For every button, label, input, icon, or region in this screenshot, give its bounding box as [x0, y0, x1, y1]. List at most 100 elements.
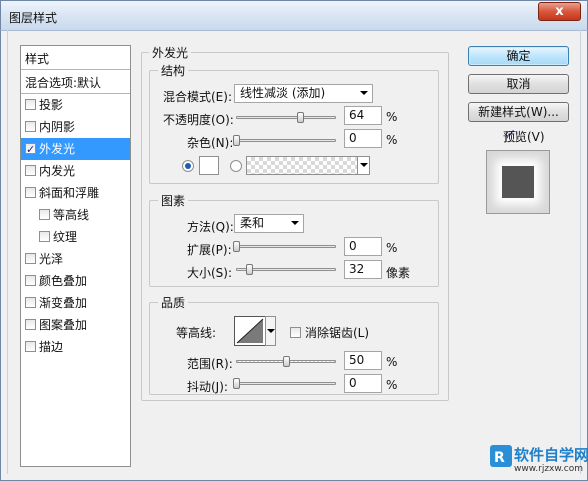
elements-title: 图素 — [158, 192, 189, 209]
style-checkbox[interactable] — [39, 209, 50, 220]
jitter-input[interactable]: 0 — [344, 374, 382, 393]
style-item[interactable]: 颜色叠加 — [21, 270, 130, 292]
style-checkbox[interactable] — [25, 341, 36, 352]
style-item[interactable]: 图案叠加 — [21, 314, 130, 336]
style-item-label: 光泽 — [39, 252, 64, 266]
style-item[interactable]: 纹理 — [21, 226, 130, 248]
title-bar: 图层样式 x — [0, 0, 588, 30]
range-label: 范围(R): — [187, 357, 233, 371]
size-input[interactable]: 32 — [344, 260, 382, 279]
opacity-percent: % — [386, 110, 398, 124]
style-item[interactable]: 等高线 — [21, 204, 130, 226]
style-item-label: 颜色叠加 — [39, 274, 88, 288]
contour-dropdown-button[interactable] — [265, 316, 276, 346]
style-item[interactable]: 内发光 — [21, 160, 130, 182]
style-item-label: 图案叠加 — [39, 318, 88, 332]
new-style-button[interactable]: 新建样式(W)... — [468, 102, 569, 122]
preview-thumbnail — [486, 150, 550, 214]
technique-select[interactable]: 柔和 — [234, 214, 304, 233]
gradient-dropdown-button[interactable] — [357, 156, 370, 175]
style-item[interactable]: 投影 — [21, 94, 130, 116]
style-item-label: 渐变叠加 — [39, 296, 88, 310]
range-percent: % — [386, 355, 398, 369]
watermark-logo: R 软件自学网 www.rjzxw.com — [488, 443, 588, 477]
noise-slider-track[interactable] — [236, 139, 336, 142]
style-checkbox[interactable] — [25, 297, 36, 308]
size-label: 大小(S): — [187, 266, 233, 280]
styles-list: 样式 混合选项:默认 投影内阴影外发光内发光斜面和浮雕等高线纹理光泽颜色叠加渐变… — [20, 45, 131, 467]
style-item-label: 外发光 — [39, 142, 76, 156]
gradient-radio[interactable] — [230, 160, 242, 172]
watermark-url: www.rjzxw.com — [514, 464, 583, 474]
size-slider-thumb[interactable] — [246, 264, 253, 275]
spread-slider-track[interactable] — [236, 245, 336, 248]
opacity-slider-thumb[interactable] — [297, 112, 304, 123]
gradient-picker[interactable] — [246, 156, 358, 175]
anti-alias-label[interactable]: 消除锯齿(L) — [305, 324, 369, 341]
range-slider-thumb[interactable] — [283, 356, 290, 367]
watermark-brand: 软件自学网 — [514, 446, 588, 464]
style-item[interactable]: 描边 — [21, 336, 130, 358]
jitter-label: 抖动(J): — [187, 380, 228, 394]
chevron-down-icon — [267, 329, 275, 333]
window-title: 图层样式 — [9, 11, 58, 25]
noise-slider-thumb[interactable] — [233, 135, 240, 146]
style-item-label: 内阴影 — [39, 120, 76, 134]
svg-text:R: R — [494, 450, 505, 466]
style-item-label: 纹理 — [53, 230, 78, 244]
spread-percent: % — [386, 241, 398, 255]
opacity-label: 不透明度(O): — [163, 113, 234, 127]
cancel-button[interactable]: 取消 — [468, 74, 569, 94]
noise-input[interactable]: 0 — [344, 129, 382, 148]
size-unit: 像素 — [386, 266, 411, 280]
styles-header[interactable]: 样式 — [21, 48, 130, 70]
blending-options-item[interactable]: 混合选项:默认 — [21, 72, 130, 94]
style-checkbox[interactable] — [25, 121, 36, 132]
style-item[interactable]: 外发光 — [21, 138, 130, 161]
style-checkbox[interactable] — [25, 165, 36, 176]
chevron-down-icon — [360, 163, 368, 167]
anti-alias-checkbox[interactable] — [290, 327, 301, 338]
close-button[interactable]: x — [538, 2, 581, 21]
style-item[interactable]: 光泽 — [21, 248, 130, 270]
style-item-label: 描边 — [39, 340, 64, 354]
structure-title: 结构 — [158, 62, 189, 79]
quality-title: 品质 — [158, 294, 189, 311]
opacity-slider-track[interactable] — [236, 116, 336, 119]
contour-picker[interactable] — [234, 316, 266, 346]
blend-mode-value: 线性减淡 (添加) — [240, 86, 326, 100]
technique-value: 柔和 — [240, 216, 265, 230]
ok-button[interactable]: 确定 — [468, 46, 569, 66]
blend-mode-label: 混合模式(E): — [163, 90, 232, 104]
contour-label: 等高线: — [176, 326, 217, 340]
style-item[interactable]: 内阴影 — [21, 116, 130, 138]
chevron-down-icon — [291, 221, 299, 225]
glow-color-swatch[interactable] — [199, 156, 219, 175]
style-checkbox[interactable] — [39, 231, 50, 242]
style-checkbox[interactable] — [25, 187, 36, 198]
style-checkbox[interactable] — [25, 139, 36, 161]
style-checkbox[interactable] — [25, 99, 36, 110]
preview-square — [502, 166, 534, 198]
spread-input[interactable]: 0 — [344, 237, 382, 256]
style-checkbox[interactable] — [25, 275, 36, 286]
style-item-label: 斜面和浮雕 — [39, 186, 100, 200]
style-item[interactable]: 渐变叠加 — [21, 292, 130, 314]
jitter-slider-track[interactable] — [236, 382, 336, 385]
chevron-down-icon — [360, 91, 368, 95]
outer-glow-title: 外发光 — [149, 44, 192, 61]
jitter-percent: % — [386, 378, 398, 392]
style-checkbox[interactable] — [25, 319, 36, 330]
technique-label: 方法(Q): — [187, 220, 234, 234]
opacity-input[interactable]: 64 — [344, 106, 382, 125]
blend-mode-select[interactable]: 线性减淡 (添加) — [234, 84, 373, 103]
style-item-label: 投影 — [39, 98, 64, 112]
jitter-slider-thumb[interactable] — [233, 378, 240, 389]
solid-color-radio[interactable] — [182, 160, 194, 172]
spread-slider-thumb[interactable] — [233, 241, 240, 252]
range-input[interactable]: 50 — [344, 351, 382, 370]
preview-label[interactable]: 预览(V) — [503, 128, 545, 145]
style-checkbox[interactable] — [25, 253, 36, 264]
style-item[interactable]: 斜面和浮雕 — [21, 182, 130, 204]
noise-percent: % — [386, 133, 398, 147]
